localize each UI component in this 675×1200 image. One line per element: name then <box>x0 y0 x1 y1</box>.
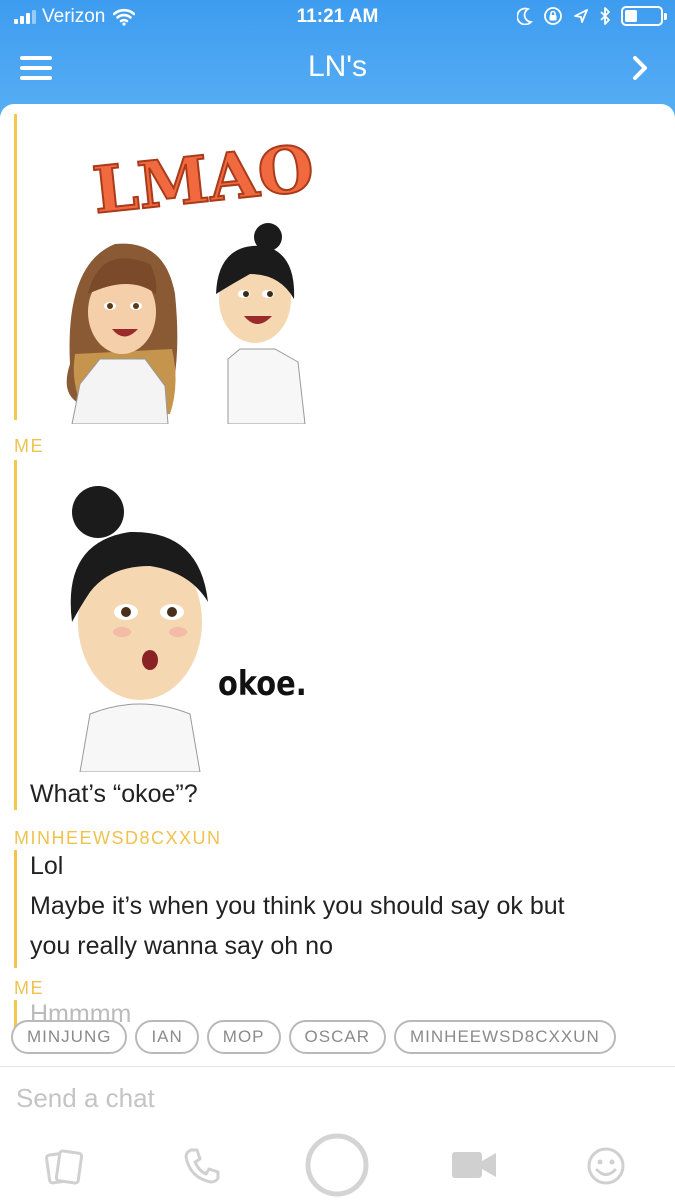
chat-header: Verizon 11:21 AM LN's <box>0 0 675 112</box>
location-icon <box>574 9 588 23</box>
mention-chips: MINJUNG IAN MOP OSCAR MINHEEWSD8CXXUN <box>11 1020 616 1054</box>
message-line[interactable]: you really wanna say oh no <box>30 932 333 961</box>
bitmoji-lmao-sticker[interactable]: LMAO <box>40 124 320 425</box>
mention-chip-mop[interactable]: MOP <box>206 1020 281 1054</box>
message-bar <box>14 460 17 810</box>
capture-circle-icon[interactable] <box>304 1132 370 1198</box>
battery-icon <box>621 6 667 26</box>
rotation-lock-icon <box>544 7 562 25</box>
bitmoji-caption: okoe. <box>218 664 307 704</box>
video-icon[interactable] <box>450 1150 498 1180</box>
message-bar <box>14 850 17 968</box>
moon-icon <box>517 7 533 25</box>
sticker-icon[interactable] <box>44 1148 88 1188</box>
message-line[interactable]: Maybe it’s when you think you should say… <box>30 892 565 921</box>
phone-icon[interactable] <box>182 1146 222 1186</box>
bitmoji-okoe-sticker[interactable] <box>50 482 350 773</box>
svg-text:LMAO: LMAO <box>89 131 317 229</box>
bitmoji-okoe-image <box>70 486 208 773</box>
send-chat-input[interactable] <box>16 1076 656 1120</box>
emoji-icon[interactable] <box>586 1146 626 1186</box>
message-bar <box>14 114 17 420</box>
conversation-title: LN's <box>307 50 368 83</box>
mention-chip-ian[interactable]: IAN <box>135 1020 199 1054</box>
bluetooth-icon <box>600 7 610 25</box>
bitmoji-lmao-image: LMAO <box>66 130 318 425</box>
status-right <box>517 6 667 26</box>
sender-label: ME <box>14 978 44 998</box>
bottom-toolbar <box>0 1124 675 1200</box>
input-divider <box>0 1066 675 1067</box>
message-line[interactable]: Lol <box>30 852 63 881</box>
sender-label: MINHEEWSD8CXXUN <box>14 828 222 848</box>
status-bar: Verizon 11:21 AM <box>0 0 675 34</box>
message-text[interactable]: What’s “okoe”? <box>30 780 198 809</box>
mention-chip-minjung[interactable]: MINJUNG <box>11 1020 128 1054</box>
chat-sheet: LMAO ME okoe. What’s “okoe”? MINHEEWSD8C… <box>0 104 675 1200</box>
nav-bar: LN's <box>0 40 675 96</box>
mention-chip-minheewsd8cxxun[interactable]: MINHEEWSD8CXXUN <box>394 1020 616 1054</box>
mention-chip-oscar[interactable]: OSCAR <box>288 1020 386 1054</box>
sender-label: ME <box>14 436 44 456</box>
chevron-right-icon[interactable] <box>625 50 655 86</box>
